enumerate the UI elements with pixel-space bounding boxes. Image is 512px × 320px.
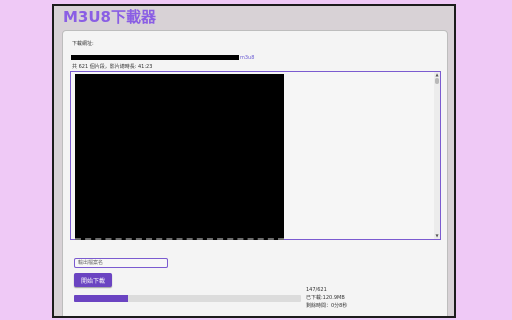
download-panel: 下載網址: m3u8 共 621 個片段，影片總時長: 41:23 ▲ ▼ 開始… [62,30,448,316]
log-scrollbar[interactable]: ▲ ▼ [434,72,440,239]
segment-summary: 共 621 個片段，影片總時長: 41:23 [72,64,153,70]
app-title: M3U8下載器 [63,8,156,26]
app-window: M3U8下載器 下載網址: m3u8 共 621 個片段，影片總時長: 41:2… [52,4,456,318]
download-progress-fill [74,295,128,302]
downloaded-size: 已下載:120.9MB [306,295,345,301]
url-suffix: m3u8 [240,54,255,61]
download-stats: 147/621 已下載:120.9MB 剩餘時間：0分8秒 [306,286,347,310]
url-row: m3u8 [71,47,254,61]
scroll-down-arrow-icon[interactable]: ▼ [434,233,440,239]
start-download-button[interactable]: 開始下載 [74,273,112,287]
segment-count: 147/621 [306,287,327,293]
download-progress-bar [74,295,301,302]
url-redacted-bar [71,55,239,60]
scroll-thumb[interactable] [435,78,439,84]
url-label: 下載網址: [72,41,94,47]
remaining-time: 剩餘時間：0分8秒 [306,303,348,309]
filename-input[interactable] [74,258,168,268]
segment-log-area[interactable]: ▲ ▼ [70,71,441,240]
log-redacted-block [75,74,284,240]
